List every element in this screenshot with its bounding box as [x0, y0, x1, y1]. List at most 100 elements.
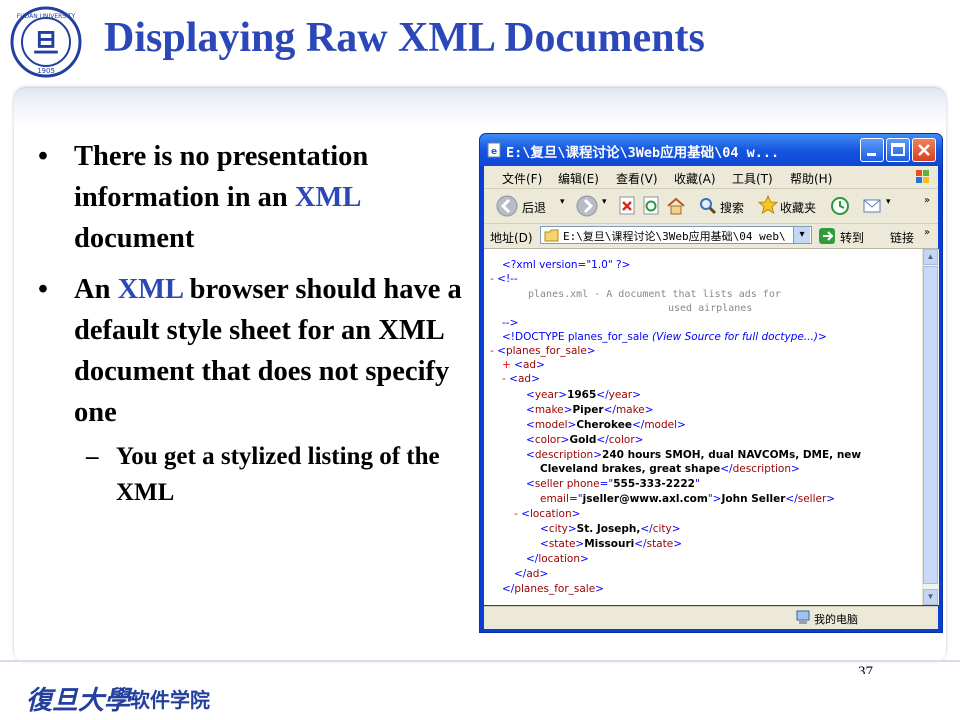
mail-dropdown-icon[interactable]: ▾ — [886, 197, 891, 207]
status-bar: 我的电脑 — [484, 606, 938, 629]
back-icon[interactable] — [496, 195, 518, 217]
xml-line-location: - <location> — [514, 508, 581, 520]
back-dropdown-icon[interactable]: ▾ — [560, 197, 565, 207]
footer-divider — [0, 660, 960, 662]
xml-line-root-close: </planes_for_sale> — [502, 583, 604, 595]
scroll-up-icon[interactable]: ▲ — [923, 249, 938, 265]
bullet-dot-icon: • — [38, 274, 48, 305]
menu-item-favorites[interactable]: 收藏(A) — [674, 170, 716, 187]
links-label[interactable]: 链接 — [890, 229, 914, 246]
bullet-text: An — [74, 274, 118, 305]
forward-dropdown-icon[interactable]: ▾ — [602, 197, 607, 207]
xml-line-model: <model>Cherokee</model> — [526, 419, 686, 431]
xml-tag: ad — [517, 373, 532, 385]
xml-content-view: <?xml version="1.0" ?> - <!-- planes.xml… — [484, 249, 922, 605]
doctype-end: > — [817, 331, 827, 343]
svg-text:e: e — [491, 147, 497, 157]
scrollbar-thumb[interactable] — [923, 266, 938, 584]
sub-bullet-dash: – — [86, 443, 99, 470]
favorites-star-icon[interactable] — [758, 195, 778, 215]
sub-bullet-text: You get a stylized listing of the XML — [116, 443, 440, 506]
comment-line: used airplanes — [668, 303, 753, 314]
xml-line-year: <year>1965</year> — [526, 389, 641, 401]
windows-flag-icon — [916, 170, 929, 183]
doctype: <!DOCTYPE planes_for_sale — [502, 331, 652, 343]
address-value: E:\复旦\课程讨论\3Web应用基础\04 web\ — [563, 230, 786, 243]
svg-text:旦: 旦 — [33, 29, 59, 59]
browser-title-bar[interactable]: e E:\复旦\课程讨论\3Web应用基础\04 w... — [480, 134, 942, 166]
folder-icon — [544, 229, 559, 242]
fudan-calligraphy-logo: 復旦大學 — [26, 686, 131, 715]
address-input[interactable]: E:\复旦\课程讨论\3Web应用基础\04 web\ ▾ — [540, 226, 812, 244]
forward-icon[interactable] — [576, 195, 598, 217]
xml-tag: ad — [522, 359, 537, 371]
status-text: 我的电脑 — [814, 613, 858, 626]
collapse-minus[interactable]: - — [490, 345, 494, 357]
xml-declaration: <?xml version="1.0" ?> — [502, 259, 631, 271]
bullet-item: • An XML browser should have a default s… — [30, 269, 470, 433]
back-button-label[interactable]: 后退 — [522, 199, 546, 216]
collapse-minus[interactable]: - — [502, 373, 506, 385]
search-icon[interactable] — [698, 196, 718, 216]
address-dropdown-icon[interactable]: ▾ — [793, 227, 810, 243]
xml-line-ad-close: </ad> — [514, 568, 549, 580]
sub-bullet-item: – You get a stylized listing of the XML — [30, 439, 470, 511]
address-label: 地址(D) — [490, 231, 533, 245]
svg-text:1905: 1905 — [37, 67, 55, 75]
menu-item-view[interactable]: 查看(V) — [616, 170, 658, 187]
links-overflow-icon[interactable]: » — [924, 227, 930, 238]
xml-line-description-cont: Cleveland brakes, great shape</descripti… — [540, 463, 800, 475]
collapse-minus[interactable]: - — [490, 273, 494, 285]
home-icon[interactable] — [666, 196, 686, 216]
bullet-text: document — [74, 223, 195, 254]
browser-title-text: E:\复旦\课程讨论\3Web应用基础\04 w... — [506, 145, 780, 161]
address-bar: 地址(D) E:\复旦\课程讨论\3Web应用基础\04 web\ ▾ 转到 链… — [484, 224, 938, 249]
xml-line-city: <city>St. Joseph,</city> — [540, 523, 681, 535]
svg-text:FUDAN UNIVERSITY: FUDAN UNIVERSITY — [17, 13, 76, 20]
bullet-dot-icon: • — [38, 141, 48, 172]
maximize-icon — [891, 143, 905, 156]
browser-window: e E:\复旦\课程讨论\3Web应用基础\04 w... 文件(F) 编辑(E… — [479, 133, 943, 633]
xml-line-state: <state>Missouri</state> — [540, 538, 683, 550]
xml-line-color: <color>Gold</color> — [526, 434, 644, 446]
mail-icon[interactable] — [862, 196, 884, 216]
menu-item-edit[interactable]: 编辑(E) — [558, 170, 599, 187]
comment-close: --> — [502, 317, 519, 329]
search-button-label[interactable]: 搜索 — [720, 199, 744, 216]
scroll-down-icon[interactable]: ▼ — [923, 589, 938, 605]
bullet-list: • There is no presentation information i… — [30, 136, 470, 511]
slide-title: Displaying Raw XML Documents — [104, 15, 705, 61]
history-icon[interactable] — [830, 196, 850, 216]
toolbar-overflow-icon[interactable]: » — [924, 195, 930, 206]
fudan-university-seal: 旦 FUDAN UNIVERSITY 1905 — [10, 6, 82, 78]
browser-toolbar: 后退 ▾ ▾ 搜索 收藏夹 ▾ » — [484, 189, 938, 224]
refresh-icon[interactable] — [642, 196, 662, 216]
footer-department: 软件学院 — [130, 688, 210, 712]
xml-line-description: <description>240 hours SMOH, dual NAVCOM… — [526, 449, 862, 461]
minimize-button[interactable] — [860, 138, 884, 162]
close-icon — [918, 144, 930, 156]
comment-open: <!-- — [497, 273, 518, 285]
bullet-item: • There is no presentation information i… — [30, 136, 470, 259]
bullet-highlight: XML — [294, 182, 360, 213]
go-arrow-icon[interactable] — [818, 227, 836, 245]
stop-icon[interactable] — [618, 196, 638, 216]
xml-line-seller: <seller phone="555-333-2222" — [526, 478, 700, 490]
close-button[interactable] — [912, 138, 936, 162]
expand-plus[interactable]: + — [502, 359, 511, 371]
menu-item-help[interactable]: 帮助(H) — [790, 170, 832, 187]
menu-item-tools[interactable]: 工具(T) — [732, 170, 773, 187]
favorites-button-label[interactable]: 收藏夹 — [780, 199, 816, 216]
minimize-icon — [867, 153, 876, 156]
vertical-scrollbar[interactable]: ▲ ▼ — [922, 249, 939, 605]
bullet-highlight: XML — [117, 274, 183, 305]
my-computer-icon — [796, 610, 810, 624]
xml-line-seller-email: email="jseller@www.axl.com">John Seller<… — [540, 493, 836, 505]
xml-tag: planes_for_sale — [505, 345, 587, 357]
menu-bar: 文件(F) 编辑(E) 查看(V) 收藏(A) 工具(T) 帮助(H) — [484, 166, 938, 189]
comment-line: planes.xml - A document that lists ads f… — [528, 289, 781, 300]
go-button-label[interactable]: 转到 — [840, 229, 864, 246]
ie-page-icon: e — [487, 142, 501, 158]
maximize-button[interactable] — [886, 138, 910, 162]
menu-item-file[interactable]: 文件(F) — [502, 170, 542, 187]
